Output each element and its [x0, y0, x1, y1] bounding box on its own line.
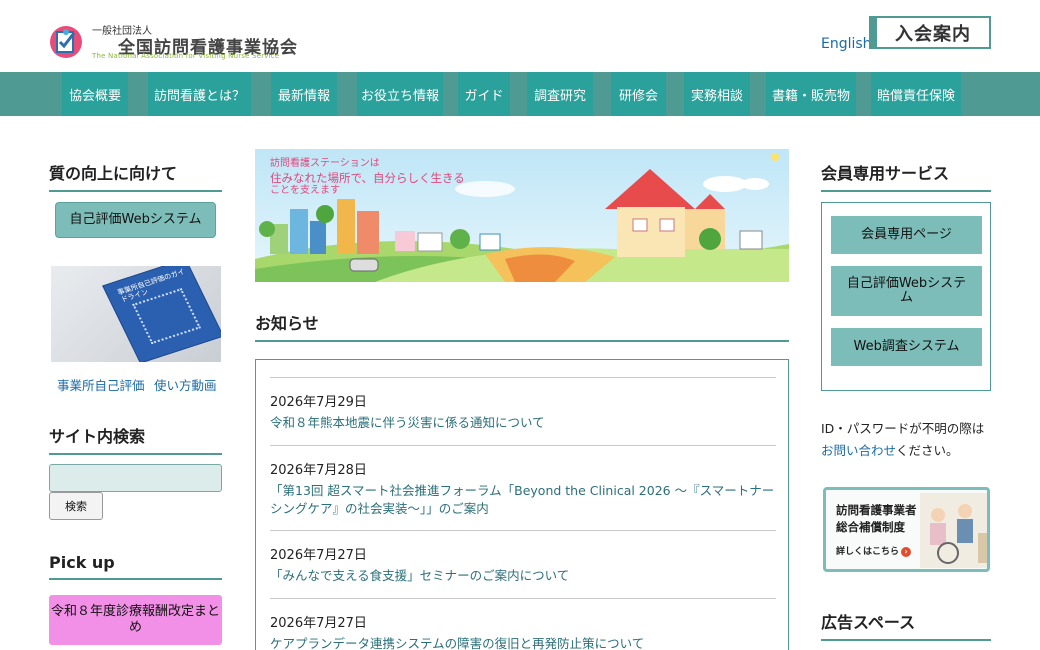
nav-useful-info[interactable]: お役立ち情報: [357, 72, 443, 116]
site-logo[interactable]: 一般社団法人 全国訪問看護事業協会 The National Associati…: [48, 22, 298, 62]
main-nav: 協会概要 訪問看護とは？ 最新情報 お役立ち情報 ガイド 調査研究 研修会 実務…: [0, 72, 1040, 116]
search-button[interactable]: 検索: [49, 492, 103, 520]
site-header: 一般社団法人 全国訪問看護事業協会 The National Associati…: [0, 0, 1040, 72]
hero-banner: 訪問看護ステーションは 住みなれた場所で、自分らしく生きる ことを支えます: [255, 149, 789, 282]
insurance-details-link: 詳しくはこちら ›: [836, 544, 912, 557]
web-survey-button[interactable]: Web調査システム: [831, 328, 982, 366]
quality-section-title: 質の向上に向けて: [49, 160, 222, 192]
nav-research[interactable]: 調査研究: [527, 72, 593, 116]
id-password-help: ID・パスワードが不明の際は お問い合わせください。: [821, 418, 996, 462]
news-date: 2026年7月27日: [270, 616, 367, 631]
pickup-fee-revision-button[interactable]: 令和８年度診療報酬改定まとめ: [49, 595, 222, 645]
nav-training[interactable]: 研修会: [611, 72, 666, 116]
english-link[interactable]: English: [821, 36, 872, 52]
nav-books[interactable]: 書籍・販売物: [766, 72, 856, 116]
id-help-suffix: ください。: [896, 443, 959, 458]
member-services-title: 会員専用サービス: [821, 160, 991, 192]
book-cover: 事業所自己評価のガイドライン: [102, 266, 221, 362]
news-section-title: お知らせ: [255, 310, 789, 342]
member-self-eval-button[interactable]: 自己評価Webシステム: [831, 266, 982, 316]
self-eval-link[interactable]: 事業所自己評価: [57, 375, 145, 394]
insurance-title-line-2: 総合補償制度: [836, 520, 905, 534]
nav-about[interactable]: 協会概要: [62, 72, 128, 116]
banner-line-3: ことを支えます: [270, 184, 340, 196]
logo-mark-icon: [50, 26, 82, 58]
news-date: 2026年7月29日: [270, 395, 367, 410]
banner-tagline: 訪問看護ステーションは 住みなれた場所で、自分らしく生きる ことを支えます: [270, 158, 465, 197]
news-title-link[interactable]: 令和８年熊本地震に伴う災害に係る通知について: [270, 414, 776, 432]
insurance-link-text: 詳しくはこちら: [836, 547, 900, 557]
news-item: 2026年7月27日 「みんなで支える食支援」セミナーのご案内について: [270, 530, 776, 598]
ad-space-title: 広告スペース: [821, 609, 991, 641]
news-item: 2026年7月28日 「第13回 超スマート社会推進フォーラム「Beyond t…: [270, 445, 776, 531]
news-item: 2026年7月29日 令和８年熊本地震に伴う災害に係る通知について: [270, 377, 776, 445]
pickup-title: Pick up: [49, 553, 222, 580]
member-services-box: 会員専用ページ 自己評価Webシステム Web調査システム: [821, 202, 991, 391]
how-to-video-link[interactable]: 使い方動画: [154, 375, 217, 394]
id-help-text: ID・パスワードが不明の際は: [821, 421, 985, 436]
banner-line-1: 訪問看護ステーションは: [270, 158, 380, 169]
nav-consultation[interactable]: 実務相談: [684, 72, 750, 116]
insurance-title: 訪問看護事業者 総合補償制度: [836, 502, 917, 536]
nav-what-is-visiting-nursing[interactable]: 訪問看護とは？: [148, 72, 251, 116]
banner-line-2: 住みなれた場所で、自分らしく生きる: [270, 170, 465, 185]
nav-liability-insurance[interactable]: 賠償責任保険: [871, 72, 961, 116]
guideline-book-image[interactable]: 事業所自己評価のガイドライン: [51, 266, 221, 362]
self-eval-web-button[interactable]: 自己評価Webシステム: [55, 202, 216, 238]
site-search-input[interactable]: [49, 464, 222, 492]
join-button[interactable]: 入会案内: [869, 16, 991, 49]
site-search-title: サイト内検索: [49, 423, 222, 455]
insurance-banner[interactable]: 訪問看護事業者 総合補償制度 詳しくはこちら ›: [823, 487, 990, 572]
logo-english-name: The National Association for Visiting Nu…: [92, 52, 280, 60]
nav-latest-news[interactable]: 最新情報: [271, 72, 337, 116]
arrow-right-icon: ›: [901, 547, 912, 557]
contact-link[interactable]: お問い合わせ: [821, 443, 896, 458]
news-title-link[interactable]: 「第13回 超スマート社会推進フォーラム「Beyond the Clinical…: [270, 482, 776, 518]
news-title-link[interactable]: 「みんなで支える食支援」セミナーのご案内について: [270, 567, 776, 585]
news-list: 2026年7月29日 令和８年熊本地震に伴う災害に係る通知について 2026年7…: [255, 359, 789, 650]
news-date: 2026年7月28日: [270, 463, 367, 478]
caregiver-illustration: [920, 493, 987, 568]
nav-guide[interactable]: ガイド: [458, 72, 510, 116]
news-item: 2026年7月27日 ケアプランデータ連携システムの障害の復旧と再発防止策につい…: [270, 598, 776, 650]
news-title-link[interactable]: ケアプランデータ連携システムの障害の復旧と再発防止策について: [270, 635, 776, 650]
news-date: 2026年7月27日: [270, 548, 367, 563]
insurance-title-line-1: 訪問看護事業者: [836, 503, 917, 517]
member-page-button[interactable]: 会員専用ページ: [831, 216, 982, 254]
